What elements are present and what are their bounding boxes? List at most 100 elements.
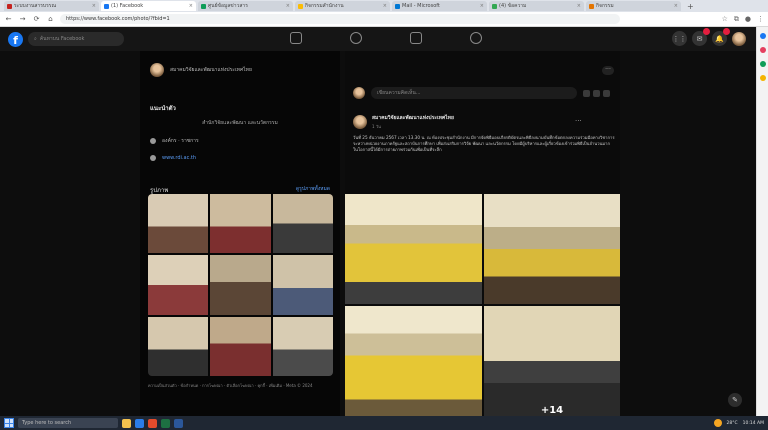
post-author-avatar[interactable] — [353, 115, 367, 129]
extensions-icon[interactable]: ⧉ — [734, 15, 739, 24]
account-avatar[interactable] — [732, 31, 746, 46]
post-photo[interactable] — [345, 306, 482, 416]
word-icon[interactable] — [174, 418, 183, 428]
weather-icon[interactable] — [713, 419, 722, 427]
file-explorer-icon[interactable] — [122, 418, 131, 428]
footer-links[interactable]: ความเป็นส่วนตัว · ข้อกำหนด · การโฆษณา · … — [148, 383, 333, 389]
emoji-icon[interactable] — [583, 89, 590, 97]
start-button[interactable] — [4, 418, 14, 428]
browser-tab[interactable]: Mail - Microsoft × — [392, 1, 487, 11]
search-icon: ⌕ — [34, 36, 37, 42]
tab-label: (1) Facebook — [111, 3, 144, 9]
category-text: องค์กร · ราชการ — [162, 138, 199, 144]
close-tab-icon[interactable]: × — [480, 3, 484, 9]
home-icon[interactable]: ⌂ — [46, 15, 55, 23]
post-options-icon[interactable]: ··· — [575, 117, 582, 125]
tab-favicon-icon — [104, 3, 109, 9]
tab-label: กิจกรรม — [596, 3, 614, 9]
browser-tab[interactable]: กิจกรรมสำนักงาน × — [295, 1, 390, 11]
category-icon — [150, 138, 156, 144]
menu-icon[interactable]: ⋮ — [757, 15, 764, 24]
close-tab-icon[interactable]: × — [286, 3, 290, 9]
close-tab-icon[interactable]: × — [674, 3, 678, 9]
weather-text[interactable]: 28°C — [727, 421, 738, 426]
menu-grid-icon[interactable]: ⋮⋮ — [672, 31, 687, 46]
clock[interactable]: 10:14 AM — [743, 421, 764, 426]
video-nav-icon[interactable] — [350, 32, 362, 44]
close-tab-icon[interactable]: × — [577, 3, 581, 9]
browser-tab[interactable]: (1) Facebook × — [101, 1, 196, 11]
browser-tab[interactable]: ศูนย์ข้อมูลข่าวสาร × — [198, 1, 293, 11]
chrome-icon[interactable] — [148, 418, 157, 428]
page-name[interactable]: สมาคมวิจัยและพัฒนาแห่งประเทศไทย — [170, 66, 252, 74]
new-message-button[interactable]: ✎ — [728, 393, 742, 407]
post-photo[interactable] — [483, 194, 620, 304]
tab-favicon-icon — [298, 3, 303, 9]
home-nav-icon[interactable] — [290, 32, 302, 44]
rail-app-icon[interactable] — [759, 47, 766, 53]
facebook-top-bar: f ⌕ ค้นหาบน Facebook ⋮⋮ ✉ 🔔 — [0, 27, 756, 51]
tab-label: (4) ข้อความ — [499, 3, 527, 9]
photo-thumbnail[interactable] — [272, 316, 333, 376]
windows-taskbar: Type here to search 28°C 10:14 AM — [0, 416, 768, 430]
website-link[interactable]: www.rdi.ac.th — [162, 155, 196, 161]
browser-toolbar: ← → ⟳ ⌂ https://www.facebook.com/photo/?… — [0, 12, 768, 27]
messenger-icon[interactable]: ✉ — [692, 28, 710, 46]
close-tab-icon[interactable]: × — [189, 3, 193, 9]
facebook-logo[interactable]: f — [8, 31, 23, 47]
marketplace-nav-icon[interactable] — [410, 32, 422, 44]
close-tab-icon[interactable]: × — [92, 3, 96, 9]
facebook-search-input[interactable]: ⌕ ค้นหาบน Facebook — [28, 32, 124, 46]
post-timestamp[interactable]: 1 วัน — [372, 123, 454, 130]
forward-icon[interactable]: → — [18, 15, 27, 23]
post-text: วันที่ 25 ธันวาคม 2567 เวลา 13.30 น. ณ ห… — [353, 135, 615, 152]
browser-side-rail — [756, 27, 768, 416]
excel-icon[interactable] — [161, 418, 170, 428]
tab-favicon-icon — [7, 3, 12, 9]
rail-app-icon[interactable] — [759, 61, 766, 67]
post-photo[interactable] — [345, 194, 482, 304]
camera-icon[interactable] — [593, 89, 600, 97]
reload-icon[interactable]: ⟳ — [32, 15, 41, 23]
photo-grid — [148, 194, 333, 376]
tab-favicon-icon — [201, 3, 206, 9]
photo-thumbnail[interactable] — [272, 255, 333, 315]
back-icon[interactable]: ← — [4, 15, 13, 23]
photo-thumbnail[interactable] — [148, 316, 209, 376]
page-avatar[interactable] — [150, 63, 164, 77]
more-options-button[interactable]: ··· — [602, 66, 614, 75]
intro-title: แนะนำตัว — [150, 105, 176, 112]
browser-tab[interactable]: (4) ข้อความ × — [489, 1, 584, 11]
search-placeholder: ค้นหาบน Facebook — [39, 36, 85, 42]
photo-thumbnail[interactable] — [210, 316, 271, 376]
rail-app-icon[interactable] — [759, 75, 766, 81]
comment-input[interactable]: เขียนความคิดเห็น... — [371, 87, 577, 99]
gif-icon[interactable] — [603, 89, 610, 97]
profile-icon[interactable]: ● — [745, 15, 751, 24]
browser-tab[interactable]: กิจกรรม × — [586, 1, 681, 11]
photo-thumbnail[interactable] — [148, 194, 209, 254]
globe-icon — [150, 155, 156, 161]
photo-thumbnail[interactable] — [148, 255, 209, 315]
post-photo[interactable]: +14 — [483, 306, 620, 416]
taskbar-search[interactable]: Type here to search — [18, 418, 118, 428]
browser-tab[interactable]: ระบบงานสารบรรณ × — [4, 1, 99, 11]
tab-favicon-icon — [589, 3, 594, 9]
comment-composer: เขียนความคิดเห็น... — [349, 84, 614, 102]
groups-nav-icon[interactable] — [470, 32, 482, 44]
more-photos-count[interactable]: +14 — [484, 402, 620, 416]
notifications-icon[interactable]: 🔔 — [712, 28, 730, 46]
new-tab-button[interactable]: + — [683, 2, 698, 11]
photo-thumbnail[interactable] — [210, 255, 271, 315]
post-photo-collage: +14 — [345, 194, 620, 416]
edge-icon[interactable] — [135, 418, 144, 428]
photo-thumbnail[interactable] — [272, 194, 333, 254]
rail-app-icon[interactable] — [759, 33, 766, 39]
composer-avatar — [353, 87, 365, 99]
bookmark-icon[interactable]: ☆ — [722, 15, 728, 24]
post-author-name[interactable]: สมาคมวิจัยและพัฒนาแห่งประเทศไทย — [372, 114, 454, 122]
close-tab-icon[interactable]: × — [383, 3, 387, 9]
photo-thumbnail[interactable] — [210, 194, 271, 254]
address-bar[interactable]: https://www.facebook.com/photo/?fbid=1 — [60, 14, 620, 24]
page-sidebar: สมาคมวิจัยและพัฒนาแห่งประเทศไทย แนะนำตัว… — [140, 51, 340, 416]
